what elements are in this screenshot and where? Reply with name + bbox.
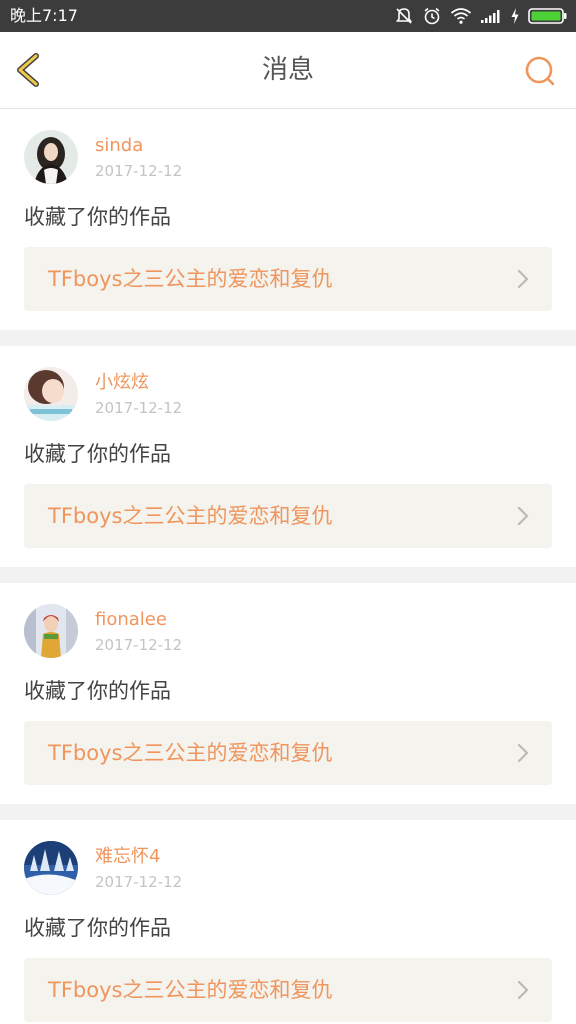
chevron-right-icon [517, 980, 529, 1000]
username[interactable]: 小炫炫 [95, 372, 149, 394]
header: 消息 [0, 32, 576, 109]
mute-icon [394, 6, 414, 26]
alarm-icon [422, 6, 442, 26]
action-text: 收藏了你的作品 [24, 205, 171, 229]
username[interactable]: sinda [95, 135, 143, 157]
wifi-icon [450, 7, 472, 25]
avatar[interactable] [24, 367, 78, 421]
screen: 晚上7:17 消息 sinda 2017-12-12 收藏了你的作品 TFboy… [0, 0, 576, 1024]
message-item: 小炫炫 2017-12-12 收藏了你的作品 TFboys之三公主的爱恋和复仇 [0, 346, 576, 567]
work-link[interactable]: TFboys之三公主的爱恋和复仇 [24, 958, 552, 1022]
message-date: 2017-12-12 [95, 399, 183, 417]
work-title: TFboys之三公主的爱恋和复仇 [48, 741, 333, 765]
avatar[interactable] [24, 130, 78, 184]
message-date: 2017-12-12 [95, 162, 183, 180]
search-button[interactable] [520, 52, 560, 92]
battery-icon [528, 7, 568, 25]
chevron-right-icon [517, 506, 529, 526]
work-title: TFboys之三公主的爱恋和复仇 [48, 267, 333, 291]
avatar[interactable] [24, 841, 78, 895]
status-bar: 晚上7:17 [0, 0, 576, 32]
signal-icon [480, 8, 502, 24]
action-text: 收藏了你的作品 [24, 916, 171, 940]
work-link[interactable]: TFboys之三公主的爱恋和复仇 [24, 484, 552, 548]
work-link[interactable]: TFboys之三公主的爱恋和复仇 [24, 721, 552, 785]
chevron-right-icon [517, 743, 529, 763]
message-item: fionalee 2017-12-12 收藏了你的作品 TFboys之三公主的爱… [0, 583, 576, 804]
avatar[interactable] [24, 604, 78, 658]
work-title: TFboys之三公主的爱恋和复仇 [48, 504, 333, 528]
status-time: 晚上7:17 [10, 6, 78, 25]
message-date: 2017-12-12 [95, 636, 183, 654]
message-date: 2017-12-12 [95, 873, 183, 891]
page-title: 消息 [261, 55, 314, 85]
username[interactable]: 难忘怀4 [95, 846, 160, 868]
username[interactable]: fionalee [95, 609, 167, 631]
message-list: sinda 2017-12-12 收藏了你的作品 TFboys之三公主的爱恋和复… [0, 109, 576, 1024]
chevron-right-icon [517, 269, 529, 289]
work-title: TFboys之三公主的爱恋和复仇 [48, 978, 333, 1002]
message-item: sinda 2017-12-12 收藏了你的作品 TFboys之三公主的爱恋和复… [0, 109, 576, 330]
status-icons [394, 5, 568, 27]
search-icon [525, 56, 555, 86]
message-item: 难忘怀4 2017-12-12 收藏了你的作品 TFboys之三公主的爱恋和复仇 [0, 820, 576, 1024]
action-text: 收藏了你的作品 [24, 679, 171, 703]
work-link[interactable]: TFboys之三公主的爱恋和复仇 [24, 247, 552, 311]
action-text: 收藏了你的作品 [24, 442, 171, 466]
charging-icon [510, 7, 520, 25]
